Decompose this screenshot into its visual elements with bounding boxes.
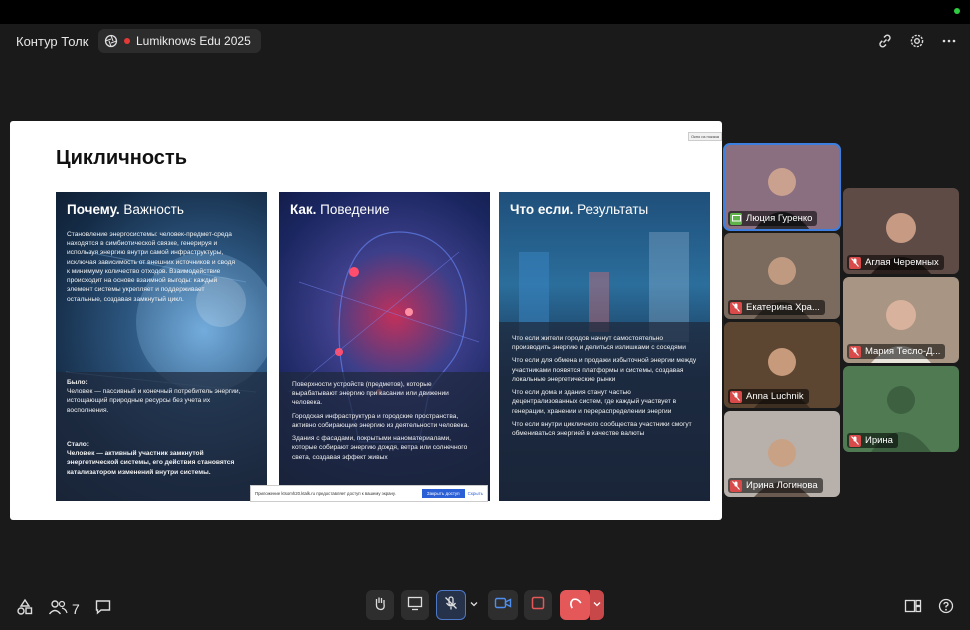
participant-tile[interactable]: Anna Luchnik	[724, 322, 840, 408]
participant-name-tag: Ирина Логинова	[728, 478, 823, 493]
participant-tile[interactable]: Екатерина Хра...	[724, 233, 840, 319]
chevron-down-icon	[469, 596, 479, 614]
slide-title: Цикличность	[56, 147, 188, 169]
participant-tile[interactable]: Ирина Логинова	[724, 411, 840, 497]
chat-icon[interactable]	[94, 598, 112, 619]
room-chip[interactable]: Lumiknows Edu 2025	[98, 29, 261, 53]
window-top-bar	[0, 0, 970, 24]
exit-show-button[interactable]: Окно из показа	[687, 132, 722, 141]
panel-whatif-heading: Что если. Результаты	[510, 202, 649, 217]
hang-up-button[interactable]	[560, 590, 590, 620]
microphone-options-button[interactable]	[467, 590, 481, 620]
mic-off-icon	[849, 345, 861, 358]
participant-name-tag: Anna Luchnik	[728, 389, 809, 404]
panel-why-intro: Становление энергосистемы: человек-предм…	[67, 231, 236, 303]
meeting-header: Контур Толк Lumiknows Edu 2025	[0, 24, 970, 60]
screen-share-icon	[730, 212, 742, 225]
panel-how-heading: Как. Поведение	[290, 202, 390, 217]
people-icon	[48, 598, 68, 619]
raise-hand-button[interactable]	[366, 590, 394, 620]
hand-icon	[372, 595, 388, 616]
panel-why-after: Стало: Человек — активный участник замкн…	[67, 441, 235, 476]
shapes-icon[interactable]	[16, 598, 34, 619]
participant-count: 7	[72, 600, 80, 617]
participant-name-tag: Люция Гуренко	[728, 211, 818, 226]
app-title: Контур Толк	[16, 34, 89, 49]
layout-icon[interactable]	[904, 598, 922, 619]
aperture-icon	[104, 34, 118, 48]
participant-tile[interactable]: Люция Гуренко	[723, 143, 841, 231]
participant-tile[interactable]: Ирина	[843, 366, 959, 452]
panel-why-before: Было: Человек — пассивный и конечный пот…	[67, 379, 241, 414]
stop-sharing-button[interactable]: Закрыть доступ	[421, 489, 465, 498]
participant-name-tag: Ирина	[847, 433, 898, 448]
share-notice-text: Приложение ktsomh20.ktalk.ru предоставля…	[255, 491, 396, 496]
camera-button[interactable]	[488, 590, 518, 620]
panel-whatif: Что если. Результаты Что если жители гор…	[499, 192, 710, 501]
screen-share-button[interactable]	[401, 590, 429, 620]
mic-off-icon	[849, 434, 861, 447]
mic-off-icon	[443, 595, 459, 616]
record-button[interactable]	[524, 590, 552, 620]
shared-screen-slide: Окно из показа Цикличность Почему. Важно…	[10, 121, 722, 520]
stop-square-icon	[531, 596, 545, 615]
more-icon[interactable]	[940, 32, 958, 50]
mic-off-icon	[730, 479, 742, 492]
panel-how-text: Поверхности устройств (предметов), котор…	[292, 381, 470, 461]
panel-why-heading: Почему. Важность	[67, 202, 184, 217]
panel-how: Как. Поведение Поверхности устройств (пр…	[279, 192, 490, 501]
help-icon[interactable]	[938, 598, 954, 619]
recording-dot	[124, 38, 130, 44]
participant-name-tag: Екатерина Хра...	[728, 300, 825, 315]
screen-share-notice: Приложение ktsomh20.ktalk.ru предоставля…	[250, 485, 488, 502]
chevron-down-icon	[592, 596, 602, 614]
monitor-icon	[407, 595, 423, 616]
mic-off-icon	[730, 301, 742, 314]
participant-tile[interactable]: Мария Тесло-Д...	[843, 277, 959, 363]
panel-why: Почему. Важность Становление энергосисте…	[56, 192, 267, 501]
participants-button[interactable]: 7	[48, 598, 80, 619]
hide-notice-link[interactable]: Скрыть	[468, 491, 487, 496]
participant-tile[interactable]: Аглая Черемных	[843, 188, 959, 274]
phone-hangup-icon	[567, 595, 583, 616]
room-name: Lumiknows Edu 2025	[136, 34, 251, 48]
mic-off-icon	[849, 256, 861, 269]
panel-whatif-text: Что если жители городов начнут самостоят…	[512, 335, 697, 437]
participant-name-tag: Аглая Черемных	[847, 255, 944, 270]
status-indicator	[954, 8, 960, 14]
video-camera-icon	[494, 595, 512, 616]
hang-up-options-button[interactable]	[590, 590, 604, 620]
microphone-button[interactable]	[436, 590, 466, 620]
gear-icon[interactable]	[908, 32, 926, 50]
link-icon[interactable]	[876, 32, 894, 50]
mic-off-icon	[730, 390, 742, 403]
participant-name-tag: Мария Тесло-Д...	[847, 344, 946, 359]
bottom-toolbar: 7	[0, 590, 970, 624]
